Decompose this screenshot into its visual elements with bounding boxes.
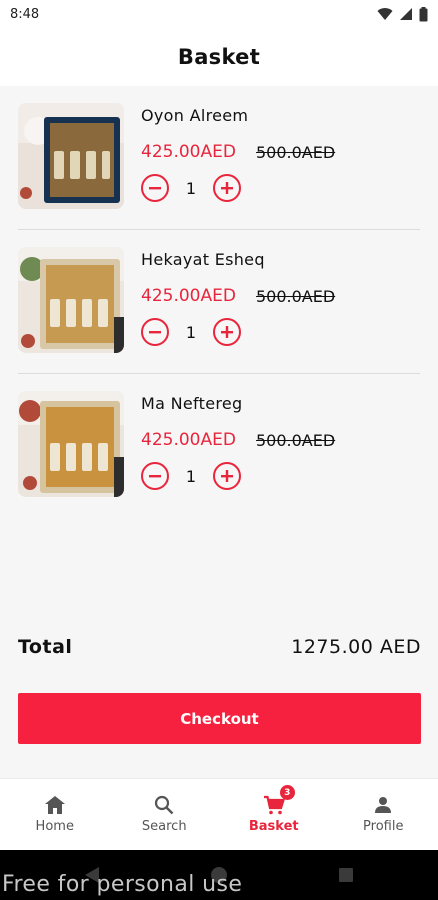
product-image[interactable] (18, 103, 124, 209)
product-price: 425.00AED (141, 142, 236, 162)
signal-icon (400, 8, 412, 20)
decrease-quantity-button[interactable] (141, 462, 169, 490)
status-icons (377, 6, 428, 22)
nav-item-search[interactable]: Search (114, 795, 214, 834)
header: Basket (0, 28, 438, 86)
product-old-price: 500.0AED (256, 431, 336, 450)
increase-quantity-button[interactable] (213, 462, 241, 490)
product-image[interactable] (18, 247, 124, 353)
plus-icon (221, 182, 233, 194)
home-icon (44, 796, 65, 814)
person-icon (375, 797, 392, 813)
product-name[interactable]: Ma Neftereg (141, 394, 243, 413)
checkout-button[interactable]: Checkout (18, 693, 421, 744)
plus-icon (221, 326, 233, 338)
page-title: Basket (177, 45, 261, 69)
quantity-stepper: 1 (141, 318, 241, 346)
nav-item-home[interactable]: Home (5, 795, 105, 834)
nav-item-basket[interactable]: 3 Basket (224, 785, 324, 834)
wifi-icon (377, 8, 393, 20)
basket-item: Oyon Alreem 425.00AED 500.0AED 1 (18, 86, 420, 230)
watermark-text: Free for personal use (2, 872, 243, 897)
decrease-quantity-button[interactable] (141, 174, 169, 202)
total-value: 1275.00 AED (291, 636, 421, 658)
search-icon (155, 795, 174, 815)
product-old-price: 500.0AED (256, 287, 336, 306)
decrease-quantity-button[interactable] (141, 318, 169, 346)
product-price: 425.00AED (141, 286, 236, 306)
status-bar: 8:48 (0, 0, 438, 28)
total-label: Total (18, 636, 73, 658)
cart-count-badge: 3 (279, 785, 295, 800)
increase-quantity-button[interactable] (213, 174, 241, 202)
quantity-value: 1 (185, 466, 197, 486)
quantity-stepper: 1 (141, 462, 241, 490)
basket-item: Hekayat Esheq 425.00AED 500.0AED 1 (18, 230, 420, 374)
total-row: Total 1275.00 AED (18, 636, 421, 658)
minus-icon (149, 187, 161, 190)
nav-label: Home (35, 819, 74, 834)
nav-label: Basket (248, 819, 299, 834)
minus-icon (149, 475, 161, 478)
bottom-nav: Home Search 3 Basket Profile (0, 778, 438, 850)
quantity-stepper: 1 (141, 174, 241, 202)
status-time: 8:48 (10, 6, 40, 22)
minus-icon (149, 331, 161, 334)
quantity-value: 1 (185, 178, 197, 198)
product-image[interactable] (18, 391, 124, 497)
plus-icon (221, 470, 233, 482)
nav-item-profile[interactable]: Profile (333, 795, 433, 834)
recents-icon[interactable] (338, 867, 354, 883)
product-name[interactable]: Hekayat Esheq (141, 250, 265, 269)
increase-quantity-button[interactable] (213, 318, 241, 346)
product-price: 425.00AED (141, 430, 236, 450)
basket-list: Oyon Alreem 425.00AED 500.0AED 1 Hekayat… (0, 86, 438, 518)
basket-item: Ma Neftereg 425.00AED 500.0AED 1 (18, 374, 420, 518)
battery-icon (419, 6, 428, 21)
quantity-value: 1 (185, 322, 197, 342)
nav-label: Search (141, 819, 187, 834)
product-old-price: 500.0AED (256, 143, 336, 162)
nav-label: Profile (363, 819, 404, 834)
product-name[interactable]: Oyon Alreem (141, 106, 248, 125)
